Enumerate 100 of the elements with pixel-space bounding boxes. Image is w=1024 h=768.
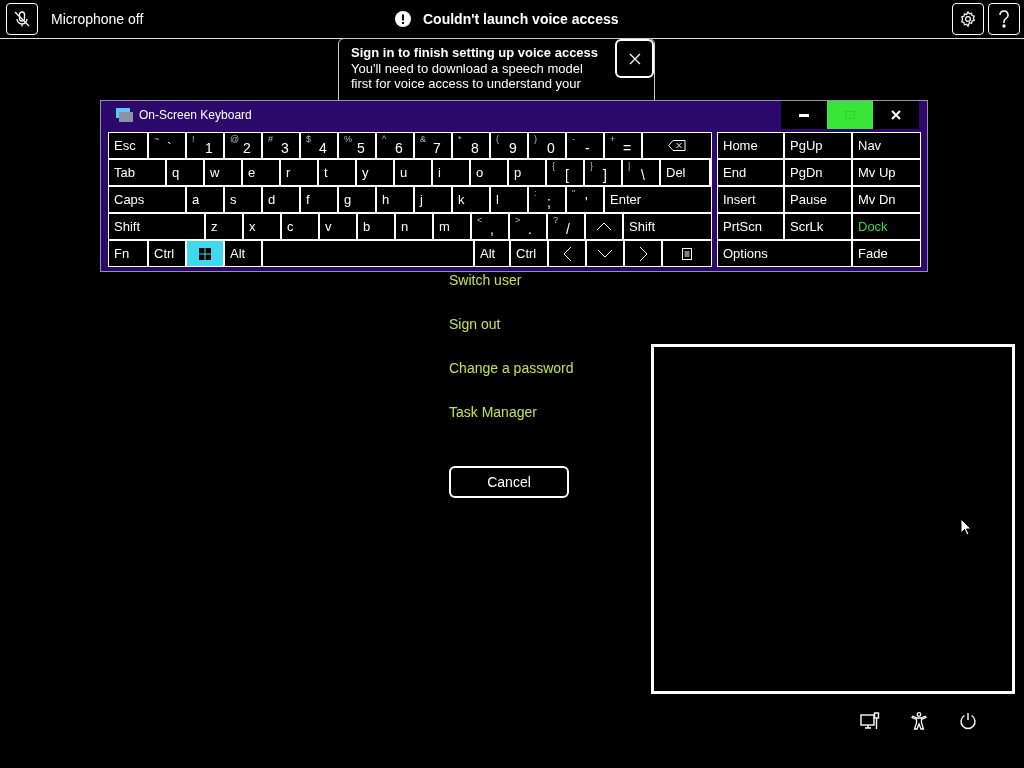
keyboard-key[interactable]: l <box>491 187 527 212</box>
menu-link[interactable]: Change a password <box>449 360 651 404</box>
keyboard-key[interactable]: PgDn <box>785 160 851 185</box>
microphone-button[interactable] <box>6 3 38 35</box>
keyboard-key[interactable]: Mv Up <box>853 160 920 185</box>
popup-message: You'll need to download a speech model first for voice access to understand your <box>351 61 584 91</box>
close-button[interactable] <box>615 39 654 78</box>
keyboard-key[interactable]: k <box>453 187 489 212</box>
keyboard-key[interactable]: f <box>301 187 337 212</box>
minimize-button[interactable] <box>781 101 827 129</box>
keyboard-key[interactable]: Ctrl <box>511 241 547 266</box>
backspace-icon <box>668 140 686 151</box>
keyboard-key[interactable]: y <box>357 160 393 185</box>
keyboard-key[interactable]: Insert <box>718 187 783 212</box>
menu-link[interactable]: Switch user <box>449 272 651 316</box>
keyboard-key[interactable]: { [ <box>547 160 583 185</box>
keyboard-icon <box>116 108 133 122</box>
keyboard-key[interactable]: Shift <box>624 214 711 239</box>
keyboard-key[interactable]: " ' <box>567 187 603 212</box>
keyboard-key[interactable]: Dock <box>853 214 920 239</box>
keyboard-key[interactable]: g <box>339 187 375 212</box>
keyboard-key[interactable]: - - <box>567 133 603 158</box>
keyboard-key[interactable]: & 7 <box>415 133 451 158</box>
keyboard-key[interactable]: > . <box>510 214 546 239</box>
keyboard-key[interactable]: ScrLk <box>785 214 851 239</box>
keyboard-key[interactable]: } ] <box>585 160 621 185</box>
keyboard-key[interactable]: Pause <box>785 187 851 212</box>
keyboard-key[interactable]: Alt <box>475 241 509 266</box>
cancel-button[interactable]: Cancel <box>449 466 569 498</box>
keyboard-key[interactable]: Del <box>661 160 709 185</box>
menu-link[interactable]: Task Manager <box>449 404 651 448</box>
keyboard-key[interactable]: ~ ` <box>149 133 185 158</box>
keyboard-key[interactable]: Fn <box>109 241 147 266</box>
keyboard-key[interactable]: j <box>415 187 451 212</box>
microphone-status: Microphone off <box>51 11 145 27</box>
chevron-down-icon <box>597 249 613 258</box>
keyboard-key[interactable]: End <box>718 160 783 185</box>
keyboard-key[interactable]: Enter <box>605 187 711 212</box>
close-button[interactable] <box>873 101 919 129</box>
keyboard-key[interactable]: b <box>358 214 394 239</box>
keyboard-key[interactable]: ) 0 <box>529 133 565 158</box>
keyboard-key[interactable]: a <box>187 187 223 212</box>
keyboard-key[interactable]: PrtScn <box>718 214 783 239</box>
keyboard-key[interactable]: o <box>471 160 507 185</box>
alert-icon <box>395 11 411 27</box>
keyboard-key[interactable]: PgUp <box>785 133 851 158</box>
keyboard-key[interactable]: c <box>282 214 318 239</box>
keyboard-key[interactable]: ( 9 <box>491 133 527 158</box>
keyboard-key[interactable]: Caps <box>109 187 185 212</box>
keyboard-key[interactable]: % 5 <box>339 133 375 158</box>
keyboard-key[interactable]: # 3 <box>263 133 299 158</box>
keyboard-key[interactable]: x <box>244 214 280 239</box>
keyboard-key[interactable]: t <box>319 160 355 185</box>
keyboard-key[interactable]: $ 4 <box>301 133 337 158</box>
keyboard-key[interactable]: d <box>263 187 299 212</box>
backspace-key[interactable] <box>643 133 711 158</box>
keyboard-key[interactable]: Home <box>718 133 783 158</box>
chevron-right-icon <box>638 245 648 262</box>
keyboard-key[interactable]: ^ 6 <box>377 133 413 158</box>
settings-button[interactable] <box>952 3 984 35</box>
keyboard-key[interactable]: h <box>377 187 413 212</box>
close-icon <box>891 110 901 120</box>
keyboard-key[interactable]: | \ <box>623 160 659 185</box>
keyboard-key[interactable]: Shift <box>109 214 204 239</box>
keyboard-key[interactable]: r <box>281 160 317 185</box>
keyboard-key[interactable]: p <box>509 160 545 185</box>
help-button[interactable] <box>988 3 1020 35</box>
keyboard-key[interactable]: ? / <box>548 214 584 239</box>
accessibility-icon <box>911 712 927 730</box>
keyboard-key[interactable]: Alt <box>225 241 261 266</box>
keyboard-key[interactable]: Tab <box>109 160 165 185</box>
keyboard-key[interactable]: < , <box>472 214 508 239</box>
keyboard-key[interactable]: ! 1 <box>187 133 223 158</box>
keyboard-key[interactable]: z <box>206 214 242 239</box>
keyboard-key[interactable]: @ 2 <box>225 133 261 158</box>
keyboard-key[interactable]: Options <box>718 241 851 266</box>
keyboard-key[interactable]: : ; <box>529 187 565 212</box>
keyboard-key[interactable]: w <box>205 160 241 185</box>
keyboard-key[interactable]: v <box>320 214 356 239</box>
keyboard-key[interactable]: Esc <box>109 133 147 158</box>
chevron-left-icon <box>562 245 572 262</box>
keyboard-key[interactable]: Ctrl <box>149 241 185 266</box>
keyboard-key[interactable]: q <box>167 160 203 185</box>
keyboard-key[interactable]: + = <box>605 133 641 158</box>
keyboard-key[interactable]: n <box>396 214 432 239</box>
keyboard-key[interactable]: m <box>434 214 470 239</box>
menu-key[interactable] <box>663 241 711 266</box>
keyboard-key[interactable]: Fade <box>853 241 920 266</box>
keyboard-key[interactable]: u <box>395 160 431 185</box>
menu-link[interactable]: Sign out <box>449 316 651 360</box>
mouse-pointer-icon <box>960 518 972 536</box>
keyboard-key[interactable]: e <box>243 160 279 185</box>
help-icon <box>998 10 1010 28</box>
keyboard-key[interactable]: s <box>225 187 261 212</box>
keyboard-key[interactable]: Nav <box>853 133 920 158</box>
keyboard-key[interactable]: Mv Dn <box>853 187 920 212</box>
windows-key[interactable] <box>187 241 223 266</box>
windows-logo-icon <box>199 247 211 260</box>
keyboard-key[interactable]: * 8 <box>453 133 489 158</box>
keyboard-key[interactable]: i <box>433 160 469 185</box>
